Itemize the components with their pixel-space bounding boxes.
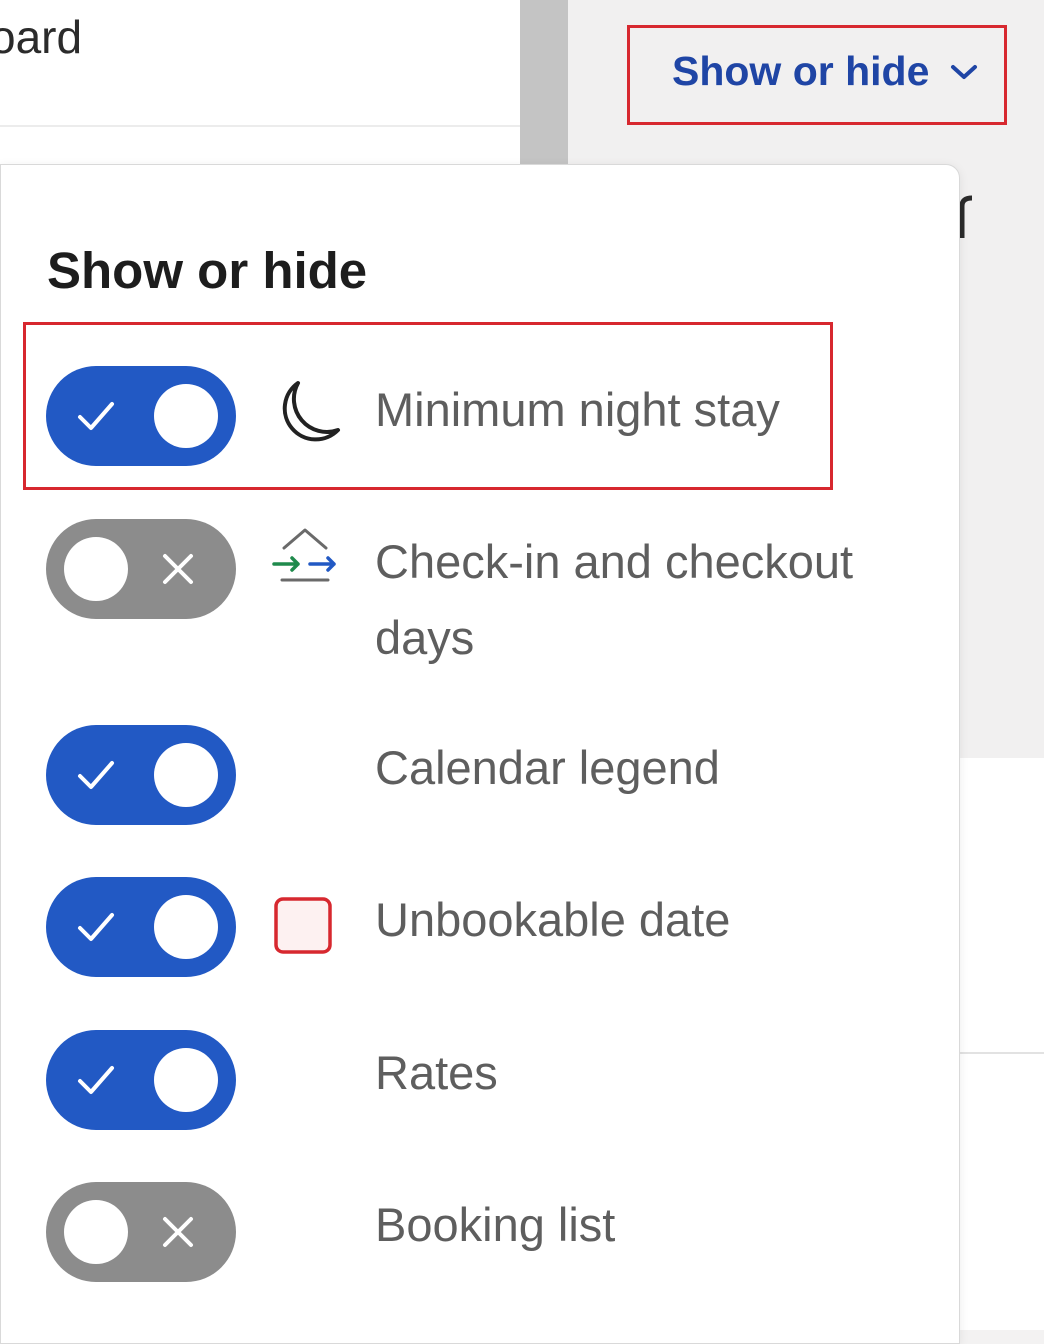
toggle-knob: [154, 895, 218, 959]
toggle-knob: [154, 1048, 218, 1112]
label-calendar-legend: Calendar legend: [375, 741, 720, 794]
toggle-knob: [64, 1200, 128, 1264]
checkmark-icon: [78, 1066, 114, 1094]
label-unbookable-date: Unbookable date: [375, 893, 731, 946]
show-or-hide-button-label: Show or hide: [672, 48, 930, 94]
x-icon: [163, 554, 193, 584]
moon-icon: [282, 381, 340, 442]
background-divider: [0, 125, 520, 127]
checkmark-icon: [78, 761, 114, 789]
toggle-knob: [154, 743, 218, 807]
checkmark-icon: [78, 913, 114, 941]
unbookable-date-swatch-icon: [274, 897, 332, 954]
label-rates: Rates: [375, 1046, 498, 1099]
label-check-in-and-checkout-days: Check-in and checkout days: [375, 535, 854, 664]
label-booking-list: Booking list: [375, 1198, 616, 1251]
toggle-minimum-night-stay[interactable]: [46, 366, 236, 466]
background-partial-glyph: [958, 192, 978, 238]
toggle-unbookable-date[interactable]: [46, 877, 236, 977]
background-right-card: [960, 758, 1044, 1330]
background-page-title: oard: [0, 11, 83, 63]
toggle-knob: [154, 384, 218, 448]
toggle-rates[interactable]: [46, 1030, 236, 1130]
toggle-booking-list[interactable]: [46, 1182, 236, 1282]
show-or-hide-dropdown-button[interactable]: Show or hide: [672, 48, 979, 95]
toggle-knob: [64, 537, 128, 601]
checkmark-icon: [78, 402, 114, 430]
chevron-down-icon: [951, 64, 978, 79]
check-in-checkout-icon: [272, 528, 336, 582]
panel-title: Show or hide: [47, 242, 368, 299]
background-right-divider: [960, 1052, 1044, 1054]
toggle-calendar-legend[interactable]: [46, 725, 236, 825]
label-minimum-night-stay: Minimum night stay: [375, 383, 780, 436]
x-icon: [163, 1217, 193, 1247]
toggle-check-in-and-checkout-days[interactable]: [46, 519, 236, 619]
